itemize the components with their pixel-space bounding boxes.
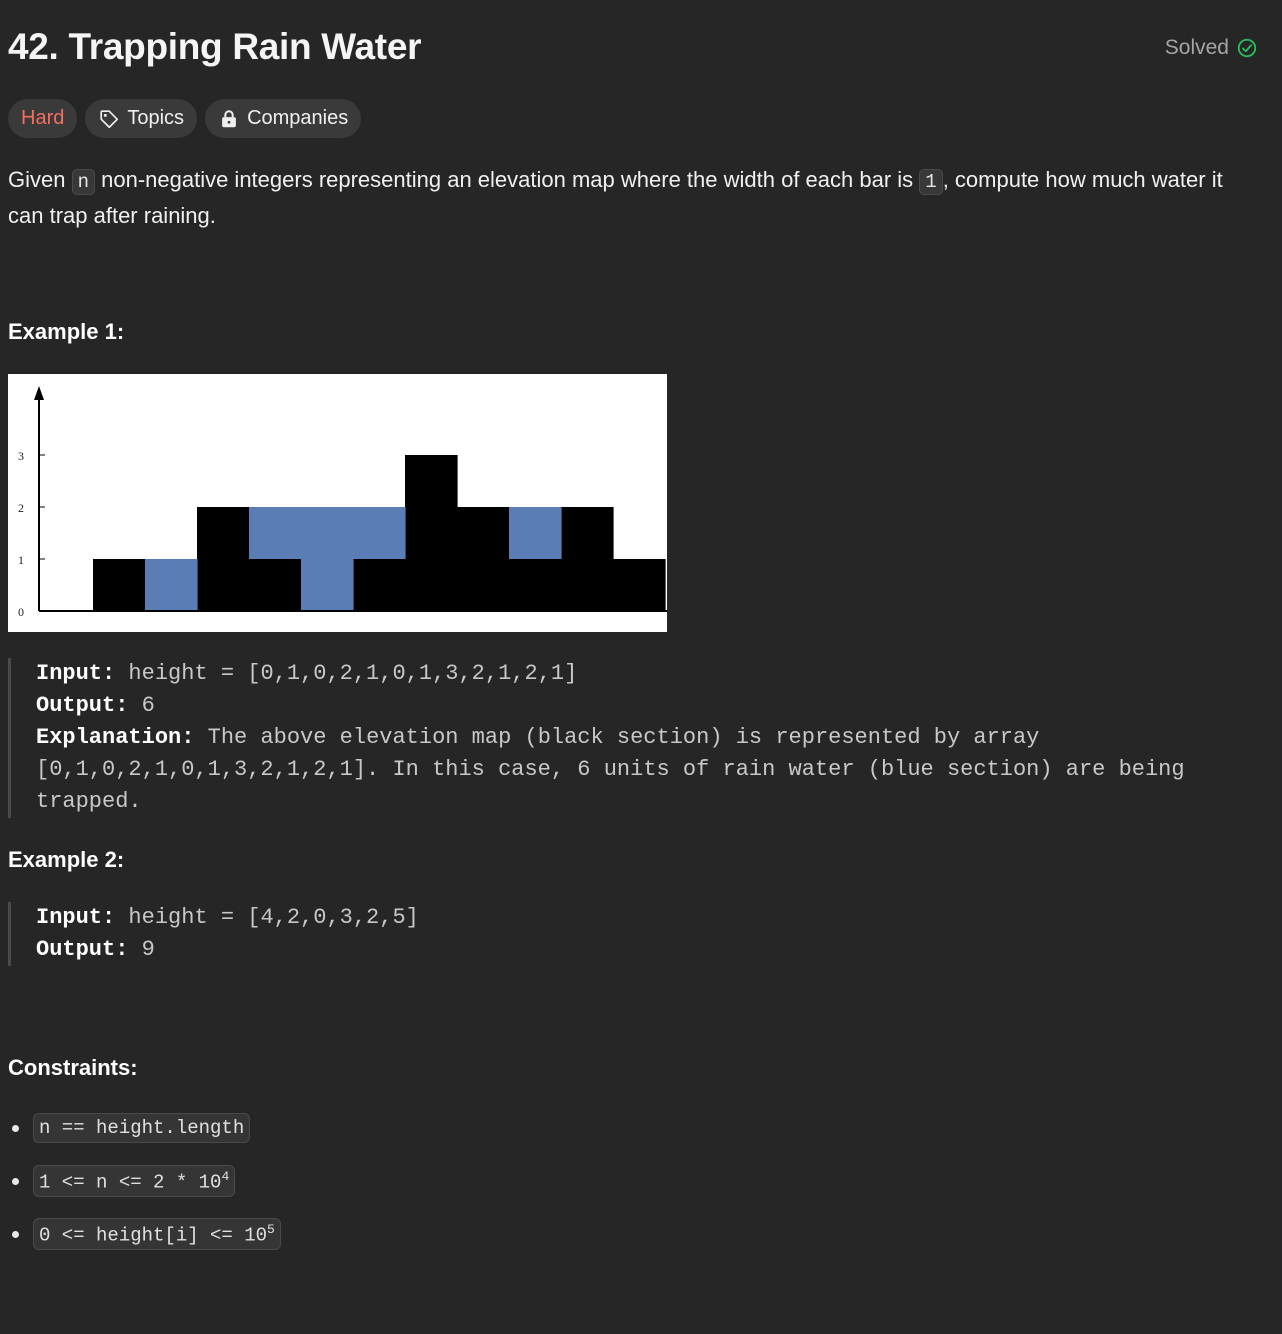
water-bar xyxy=(249,507,302,559)
constraint-code: 0 <= height[i] <= 105 xyxy=(33,1218,281,1251)
elevation-chart-svg: 0 1 2 3 xyxy=(18,386,667,619)
explanation-label: Explanation: xyxy=(36,725,195,750)
constraint-item: n == height.length xyxy=(8,1113,251,1143)
y-tick-label: 3 xyxy=(18,449,24,463)
problem-title[interactable]: 42. Trapping Rain Water xyxy=(8,26,422,68)
exponent: 5 xyxy=(267,1222,275,1237)
water-bar xyxy=(301,507,354,611)
constraint-code: n == height.length xyxy=(33,1113,251,1143)
solved-status: Solved xyxy=(1165,36,1258,60)
water-bar xyxy=(145,559,198,611)
output-label: Output: xyxy=(36,693,129,718)
y-axis-arrow xyxy=(34,386,44,400)
code-n: n xyxy=(71,169,95,195)
example-1-heading: Example 1: xyxy=(8,319,125,344)
y-tick-label: 2 xyxy=(18,501,24,515)
example-2-block: Input: height = [4,2,0,3,2,5] Output: 9 xyxy=(8,902,836,966)
solved-label: Solved xyxy=(1164,36,1229,59)
elevation-bar xyxy=(353,559,406,611)
elevation-bar xyxy=(405,455,458,611)
check-circle-icon xyxy=(1237,38,1257,58)
constraint-text: n == height.length xyxy=(39,1117,245,1139)
tag-icon xyxy=(100,109,119,128)
elevation-bar xyxy=(197,507,250,611)
y-tick-label: 0 xyxy=(18,605,24,619)
explanation-value: The above elevation map (black section) … xyxy=(36,725,1198,814)
y-tick-label: 1 xyxy=(18,553,24,567)
problem-description: Given n non-negative integers representi… xyxy=(8,163,1248,233)
code-1: 1 xyxy=(919,169,943,195)
tag-row: Hard Topics Companies xyxy=(8,99,362,138)
elevation-bar xyxy=(93,559,146,611)
elevation-bar xyxy=(509,559,562,611)
bullet xyxy=(12,1177,19,1185)
companies-button[interactable]: Companies xyxy=(205,99,362,138)
constraints-heading: Constraints: xyxy=(8,1055,138,1080)
input-label: Input: xyxy=(36,905,116,930)
desc-text-2: non-negative integers representing an el… xyxy=(95,167,920,192)
elevation-bar xyxy=(613,559,666,611)
constraint-text: 1 <= n <= 2 * 10 xyxy=(39,1171,222,1194)
exponent: 4 xyxy=(221,1169,230,1184)
elevation-bar xyxy=(561,507,614,611)
constraint-item: 0 <= height[i] <= 105 xyxy=(8,1218,281,1251)
example-1-block: Input: height = [0,1,0,2,1,0,1,3,2,1,2,1… xyxy=(8,658,1246,818)
difficulty-badge[interactable]: Hard xyxy=(8,99,78,138)
topics-button[interactable]: Topics xyxy=(85,99,198,138)
companies-label: Companies xyxy=(247,107,349,129)
input-value: height = [0,1,0,2,1,0,1,3,2,1,2,1] xyxy=(115,661,578,686)
elevation-bar xyxy=(457,507,510,611)
input-label: Input: xyxy=(36,661,116,686)
constraint-item: 1 <= n <= 2 * 104 xyxy=(8,1165,236,1198)
elevation-bar xyxy=(249,559,302,611)
topics-label: Topics xyxy=(127,107,185,129)
lock-icon xyxy=(222,109,236,127)
output-label: Output: xyxy=(36,937,129,962)
desc-text-1: Given xyxy=(8,167,72,192)
constraint-text: 0 <= height[i] <= 10 xyxy=(39,1224,268,1247)
bullet xyxy=(12,1230,19,1238)
bullet xyxy=(12,1124,19,1132)
title-row: 42. Trapping Rain Water Solved xyxy=(8,26,1258,72)
elevation-map-chart: 0 1 2 3 xyxy=(8,374,667,632)
water-bar xyxy=(353,507,406,559)
constraint-code: 1 <= n <= 2 * 104 xyxy=(33,1165,236,1198)
difficulty-label: Hard xyxy=(21,107,65,129)
water-bar xyxy=(509,507,562,559)
output-value: 6 xyxy=(128,693,155,718)
input-value: height = [4,2,0,3,2,5] xyxy=(115,905,419,930)
output-value: 9 xyxy=(128,937,155,962)
example-2-heading: Example 2: xyxy=(8,847,125,872)
